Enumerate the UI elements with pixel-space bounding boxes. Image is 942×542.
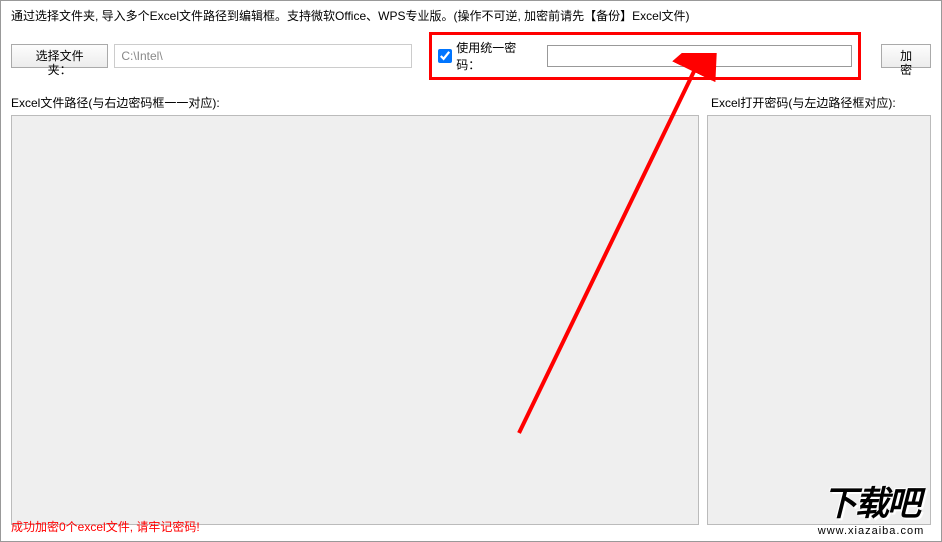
toolbar: 选择文件夹： 使用统一密码： 加密 — [1, 28, 941, 88]
encrypt-button[interactable]: 加密 — [881, 44, 931, 68]
unified-password-input[interactable] — [547, 45, 852, 67]
unified-password-highlight: 使用统一密码： — [429, 32, 861, 80]
watermark-url: www.xiazaiba.com — [816, 525, 926, 537]
password-panel-label: Excel打开密码(与左边路径框对应): — [711, 94, 931, 111]
file-path-panel-label: Excel文件路径(与右边密码框一一对应): — [11, 94, 711, 111]
select-folder-button[interactable]: 选择文件夹： — [11, 44, 108, 68]
use-unified-password-label: 使用统一密码： — [456, 39, 539, 73]
panel-labels-row: Excel文件路径(与右边密码框一一对应): Excel打开密码(与左边路径框对… — [1, 88, 941, 115]
password-panel[interactable] — [707, 115, 931, 525]
status-text: 成功加密0个excel文件, 请牢记密码! — [11, 518, 200, 535]
folder-path-input[interactable] — [114, 44, 411, 68]
use-unified-password-checkbox[interactable] — [438, 49, 452, 63]
panels-container — [1, 115, 941, 525]
instruction-text: 通过选择文件夹, 导入多个Excel文件路径到编辑框。支持微软Office、WP… — [1, 1, 941, 28]
file-path-panel[interactable] — [11, 115, 699, 525]
